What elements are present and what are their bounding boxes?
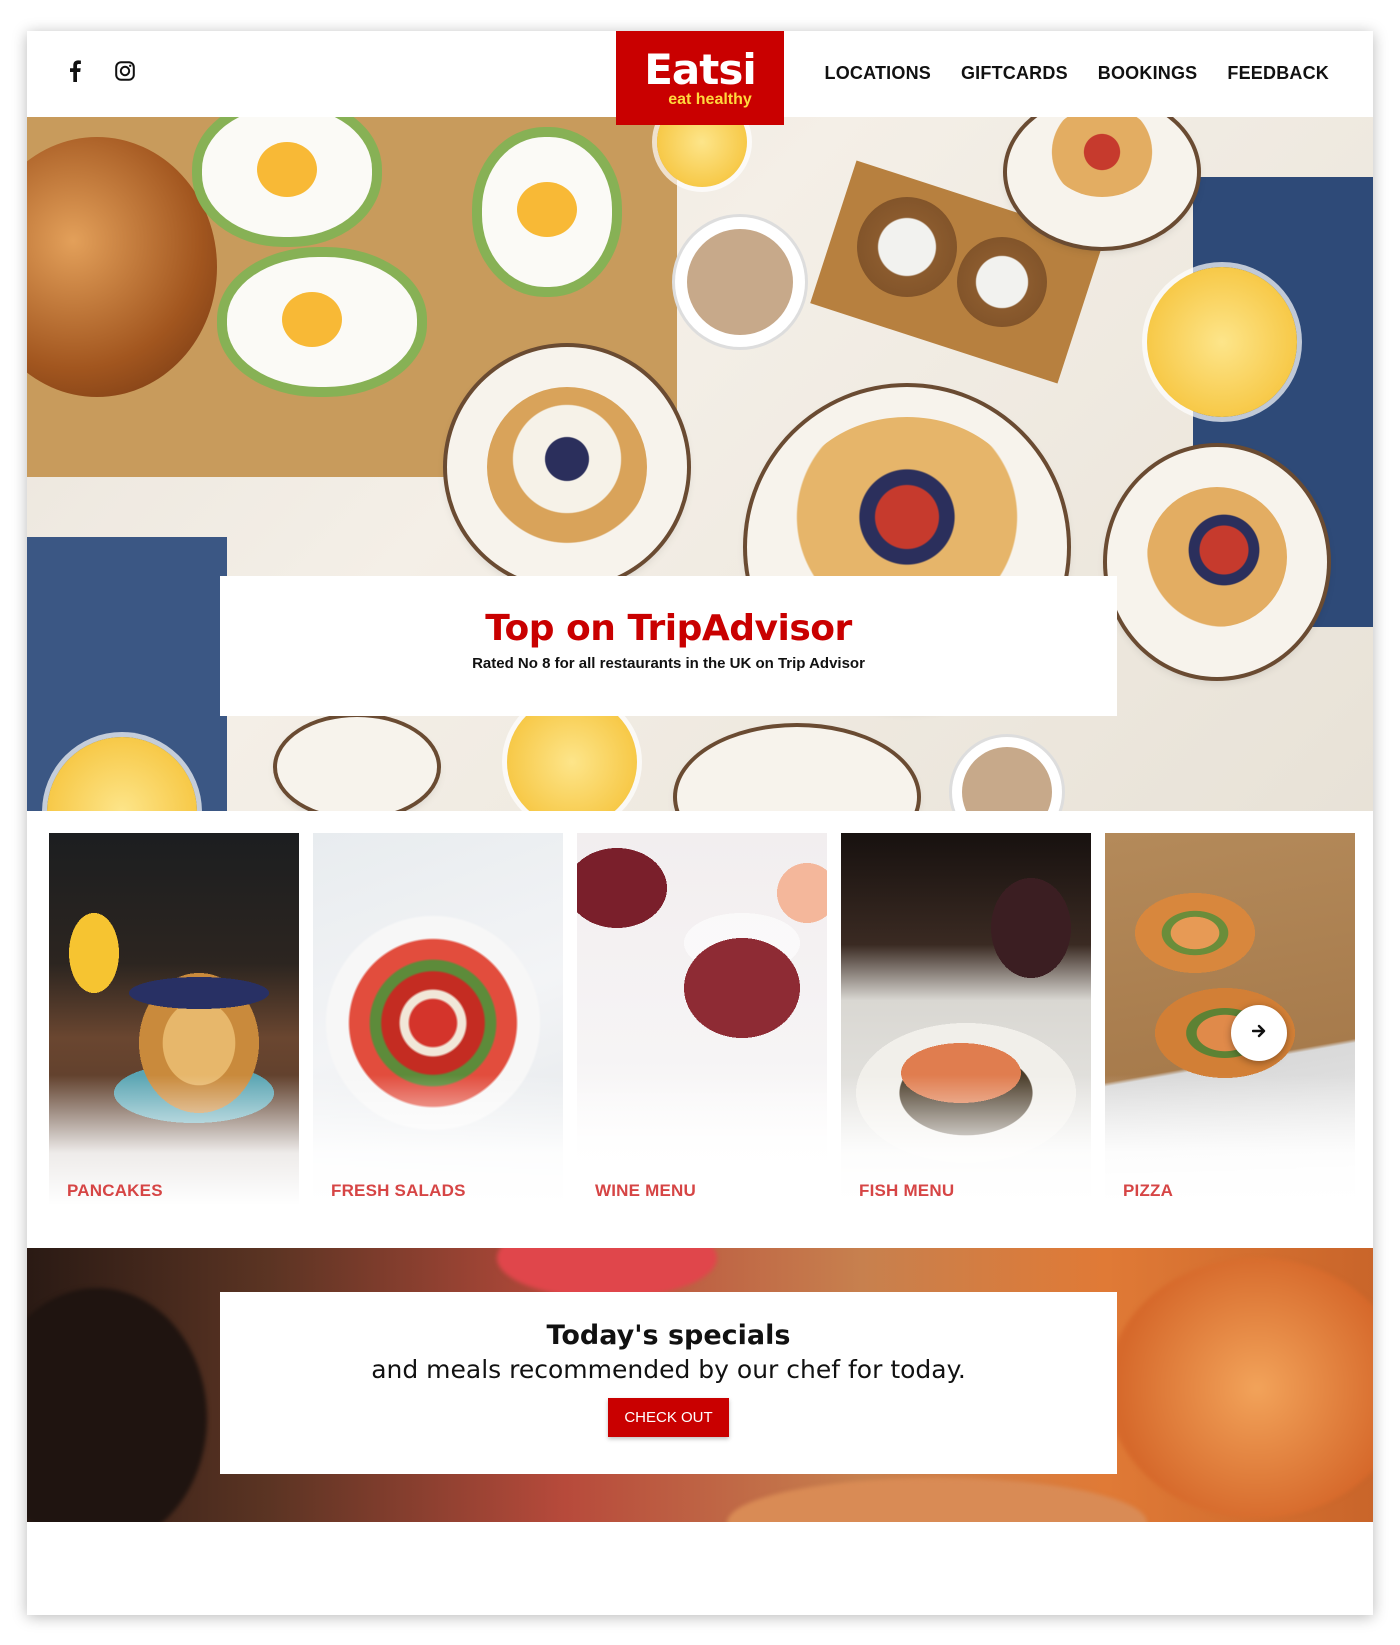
- menu-card-label: FISH MENU: [859, 1181, 955, 1200]
- menu-card-pancakes[interactable]: PANCAKES: [49, 833, 299, 1205]
- hero-pepper-pot: [957, 237, 1047, 327]
- nav-giftcards[interactable]: GIFTCARDS: [961, 63, 1068, 84]
- facebook-icon[interactable]: [63, 59, 87, 83]
- brand-logo[interactable]: Eatsi eat healthy: [616, 31, 784, 125]
- hero-coffee-cup: [675, 217, 805, 347]
- specials-banner: Today's specials and meals recommended b…: [27, 1248, 1373, 1522]
- hero-salt-pot: [857, 197, 957, 297]
- menu-card-label: FRESH SALADS: [331, 1181, 466, 1200]
- check-out-button[interactable]: CHECK OUT: [608, 1398, 729, 1437]
- hero-banner: Top on TripAdvisor Rated No 8 for all re…: [27, 117, 1373, 811]
- tripadvisor-card: Top on TripAdvisor Rated No 8 for all re…: [220, 576, 1117, 716]
- menu-card-label: PIZZA: [1123, 1181, 1174, 1200]
- tripadvisor-title: Top on TripAdvisor: [485, 608, 852, 649]
- menu-card-fresh-salads[interactable]: FRESH SALADS: [313, 833, 563, 1205]
- logo-name: Eatsi: [644, 45, 757, 94]
- specials-title: Today's specials: [546, 1320, 791, 1351]
- specials-card: Today's specials and meals recommended b…: [220, 1292, 1117, 1474]
- instagram-icon[interactable]: [113, 59, 137, 83]
- hero-waffle-plate: [1107, 447, 1327, 677]
- hero-waffle-plate: [447, 347, 687, 587]
- nav-locations[interactable]: LOCATIONS: [825, 63, 931, 84]
- menu-card-wine-menu[interactable]: WINE MENU: [577, 833, 827, 1205]
- main-nav: LOCATIONS GIFTCARDS BOOKINGS FEEDBACK: [825, 63, 1329, 84]
- nav-bookings[interactable]: BOOKINGS: [1098, 63, 1198, 84]
- hero-egg-toast: [202, 117, 372, 237]
- menu-carousel: PANCAKES FRESH SALADS WINE MENU FISH MEN…: [27, 811, 1373, 1281]
- page-frame: Eatsi eat healthy LOCATIONS GIFTCARDS BO…: [27, 31, 1373, 1615]
- tripadvisor-subtitle: Rated No 8 for all restaurants in the UK…: [472, 655, 865, 672]
- hero-plate: [677, 727, 917, 811]
- carousel-next-button[interactable]: [1231, 1005, 1287, 1061]
- arrow-right-icon: [1251, 1024, 1266, 1043]
- hero-egg-toast: [482, 137, 612, 287]
- menu-card-label: WINE MENU: [595, 1181, 696, 1200]
- social-links: [63, 59, 137, 83]
- site-header: Eatsi eat healthy LOCATIONS GIFTCARDS BO…: [27, 31, 1373, 125]
- menu-card-pizza[interactable]: PIZZA: [1105, 833, 1355, 1205]
- hero-plate: [277, 717, 437, 811]
- specials-subtitle: and meals recommended by our chef for to…: [371, 1355, 966, 1384]
- hero-coffee-cup: [952, 737, 1062, 811]
- menu-card-label: PANCAKES: [67, 1181, 163, 1200]
- hero-juice-glass: [1147, 267, 1297, 417]
- menu-card-fish-menu[interactable]: FISH MENU: [841, 833, 1091, 1205]
- hero-egg-toast: [227, 257, 417, 387]
- nav-feedback[interactable]: FEEDBACK: [1227, 63, 1329, 84]
